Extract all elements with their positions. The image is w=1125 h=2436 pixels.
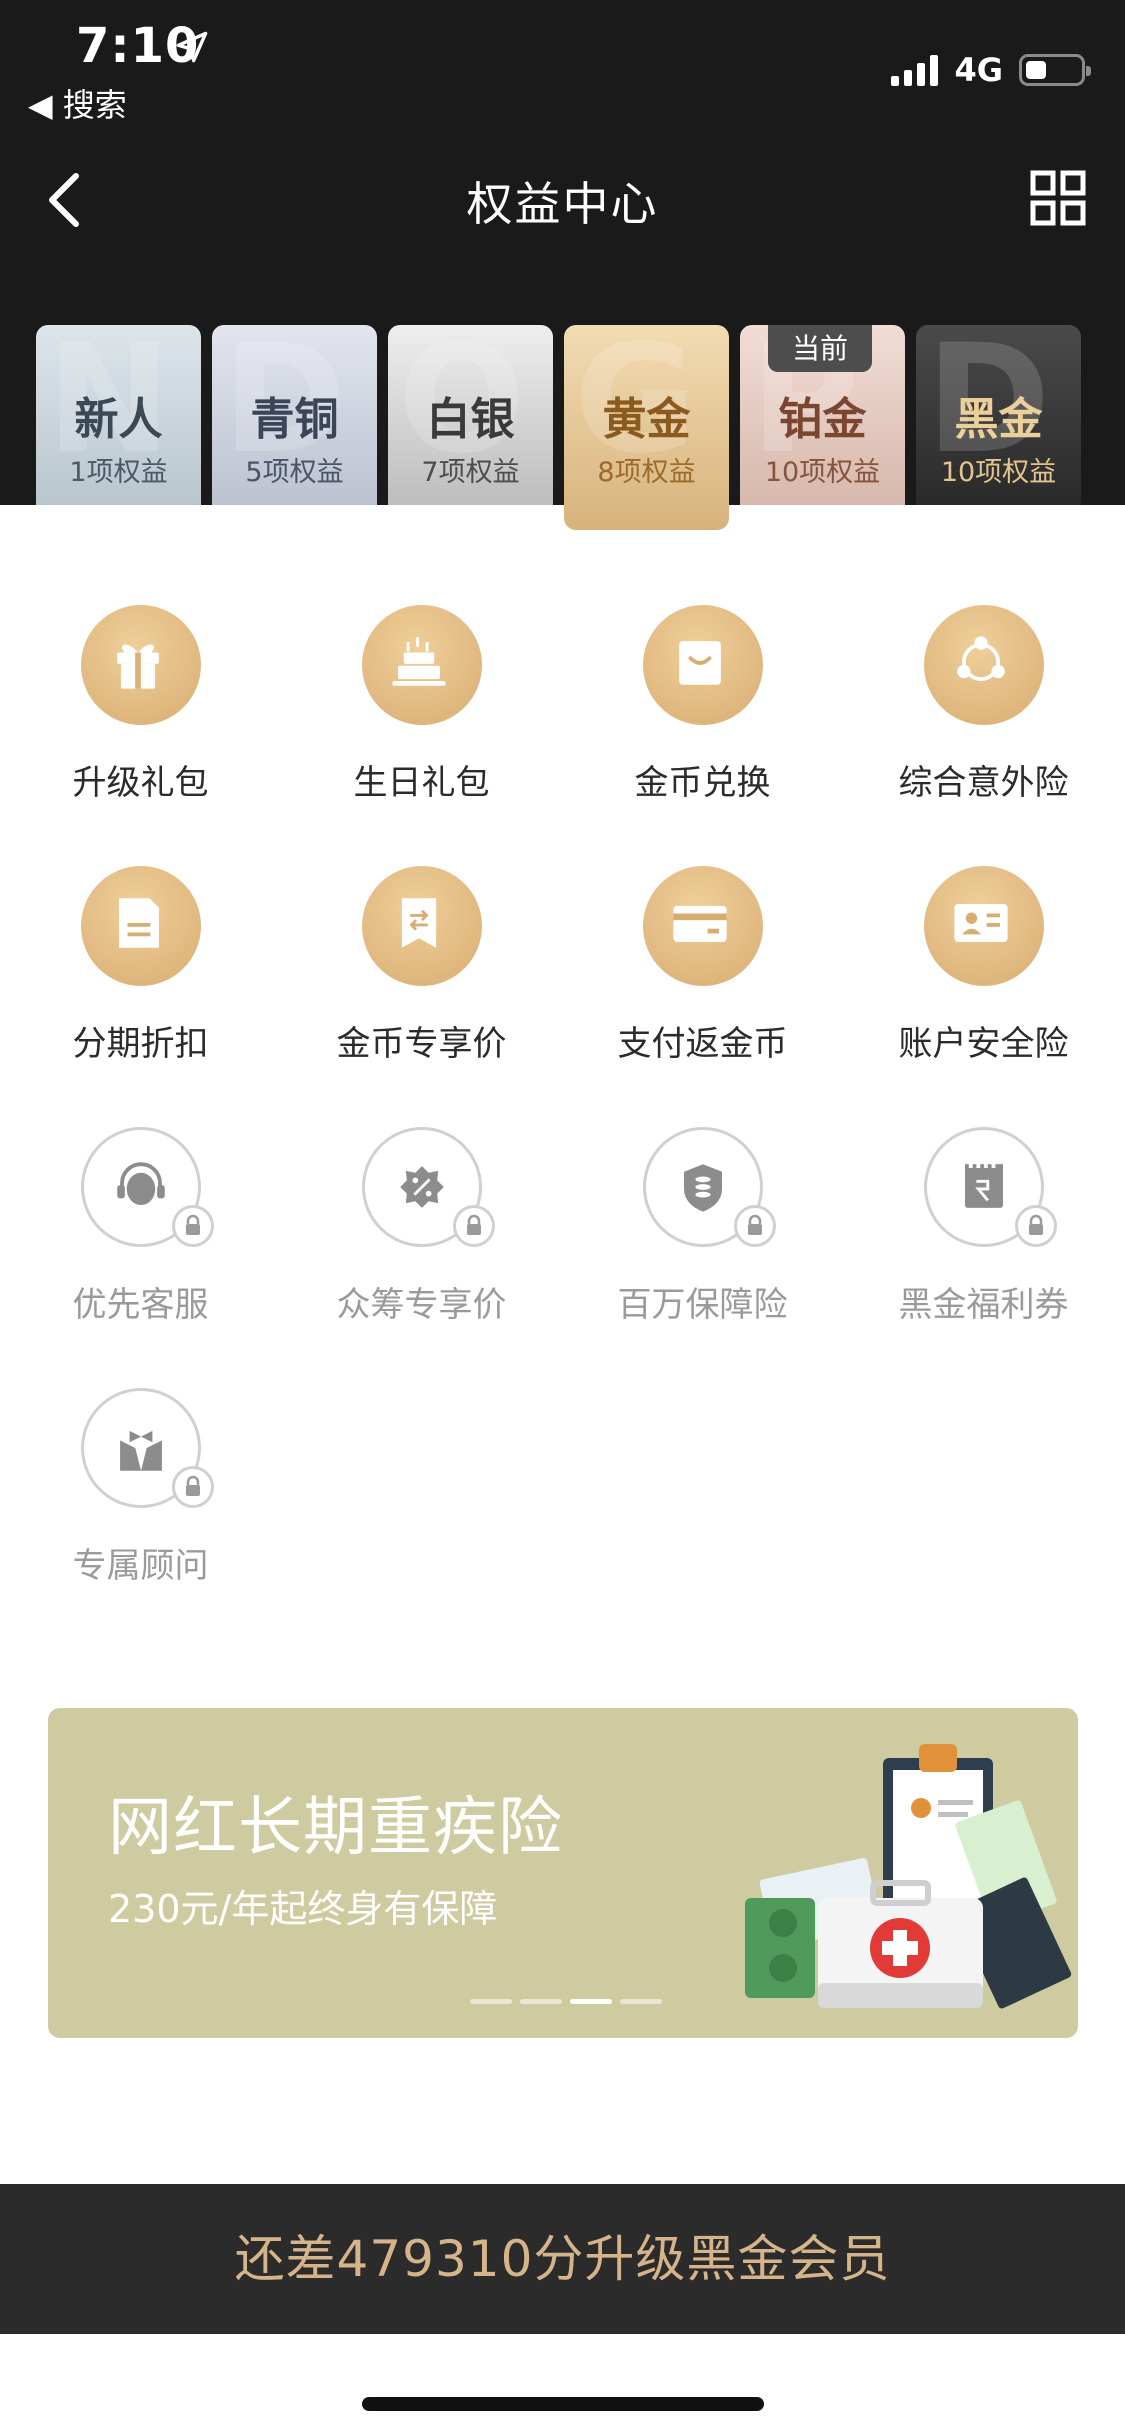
- network-type: 4G: [954, 51, 1003, 89]
- tier-tab-black-gold[interactable]: D 黑金 10项权益: [916, 325, 1081, 505]
- benefit-label: 优先客服: [72, 1285, 209, 1325]
- grid-menu-icon[interactable]: [1030, 170, 1086, 226]
- carousel-dot: [520, 1999, 562, 2004]
- tier-benefit-count: 5项权益: [245, 457, 344, 488]
- tier-benefit-count: 7项权益: [421, 457, 520, 488]
- back-to-search-link[interactable]: ◀ 搜索: [28, 80, 127, 126]
- banner-subtitle: 230元/年起终身有保障: [108, 1887, 498, 1931]
- medical-kit-illustration: [745, 1744, 1072, 2009]
- benefit-installment-discount[interactable]: 分期折扣: [0, 866, 281, 1066]
- location-arrow-icon: [176, 31, 208, 63]
- tier-tab-newbie[interactable]: N 新人 1项权益: [36, 325, 201, 505]
- tier-benefit-count: 8项权益: [597, 457, 696, 488]
- benefit-label: 生日礼包: [353, 763, 490, 803]
- card-icon: [643, 866, 763, 986]
- benefit-priority-service[interactable]: 优先客服: [0, 1127, 281, 1327]
- shopping-bag-icon: [643, 605, 763, 725]
- benefit-label: 账户安全险: [898, 1024, 1069, 1064]
- benefit-label: 众筹专享价: [336, 1285, 507, 1325]
- lock-icon: [172, 1466, 214, 1508]
- tier-name: 新人: [74, 394, 163, 445]
- page-title: 权益中心: [466, 177, 659, 231]
- tier-tab-silver[interactable]: O 白银 7项权益: [388, 325, 553, 505]
- tier-name: 白银: [426, 394, 515, 445]
- tier-tab-gold[interactable]: G 黄金 8项权益: [564, 325, 729, 530]
- benefit-coin-exchange[interactable]: 金币兑换: [562, 605, 843, 805]
- signal-icon: [891, 54, 939, 86]
- benefit-label: 分期折扣: [72, 1024, 209, 1064]
- benefit-crowdfunding-price[interactable]: 众筹专享价: [281, 1127, 562, 1327]
- tier-name: 青铜: [250, 394, 339, 445]
- id-card-icon: [924, 866, 1044, 986]
- tier-name: 黄金: [602, 394, 691, 445]
- triangle-network-icon: [924, 605, 1044, 725]
- carousel-dot: [470, 1999, 512, 2004]
- benefit-account-security-insurance[interactable]: 账户安全险: [843, 866, 1124, 1066]
- upgrade-progress-bar[interactable]: 还差479310分升级黑金会员: [0, 2184, 1125, 2334]
- current-tier-badge: 当前: [768, 325, 872, 372]
- benefit-accident-insurance[interactable]: 综合意外险: [843, 605, 1124, 805]
- price-tag-icon: [362, 866, 482, 986]
- tier-name: 铂金: [778, 394, 867, 445]
- tier-benefit-count: 1项权益: [69, 457, 168, 488]
- tier-benefit-count: 10项权益: [940, 457, 1057, 488]
- benefit-coin-exclusive-price[interactable]: 金币专享价: [281, 866, 562, 1066]
- benefit-label: 金币兑换: [634, 763, 771, 803]
- benefit-payment-cashback[interactable]: 支付返金币: [562, 866, 843, 1066]
- benefit-label: 专属顾问: [72, 1546, 209, 1586]
- home-indicator[interactable]: [362, 2397, 764, 2411]
- benefit-label: 升级礼包: [72, 763, 209, 803]
- benefit-exclusive-advisor[interactable]: 专属顾问: [0, 1388, 281, 1588]
- lock-icon: [172, 1205, 214, 1247]
- lock-icon: [734, 1205, 776, 1247]
- tier-name: 黑金: [954, 394, 1043, 445]
- lock-icon: [1015, 1205, 1057, 1247]
- status-indicators: 4G: [891, 50, 1091, 90]
- benefit-black-gold-coupon[interactable]: 黑金福利券: [843, 1127, 1124, 1327]
- document-icon: [81, 866, 201, 986]
- benefit-label: 支付返金币: [617, 1024, 788, 1064]
- carousel-indicator: [470, 1999, 662, 2004]
- benefit-label: 黑金福利券: [898, 1285, 1069, 1325]
- benefit-million-insurance[interactable]: 百万保障险: [562, 1127, 843, 1327]
- promo-banner[interactable]: 网红长期重疾险 230元/年起终身有保障: [48, 1708, 1078, 2038]
- benefit-label: 金币专享价: [336, 1024, 507, 1064]
- gift-icon: [81, 605, 201, 725]
- carousel-dot-active: [570, 1999, 612, 2004]
- tier-tab-bronze[interactable]: D 青铜 5项权益: [212, 325, 377, 505]
- benefit-label: 百万保障险: [617, 1285, 788, 1325]
- tier-benefit-count: 10项权益: [764, 457, 881, 488]
- benefit-upgrade-gift[interactable]: 升级礼包: [0, 605, 281, 805]
- carousel-dot: [620, 1999, 662, 2004]
- lock-icon: [453, 1205, 495, 1247]
- benefit-label: 综合意外险: [898, 763, 1069, 803]
- benefit-birthday-gift[interactable]: 生日礼包: [281, 605, 562, 805]
- banner-title: 网红长期重疾险: [108, 1791, 563, 1865]
- cake-icon: [362, 605, 482, 725]
- battery-icon: [1019, 54, 1091, 86]
